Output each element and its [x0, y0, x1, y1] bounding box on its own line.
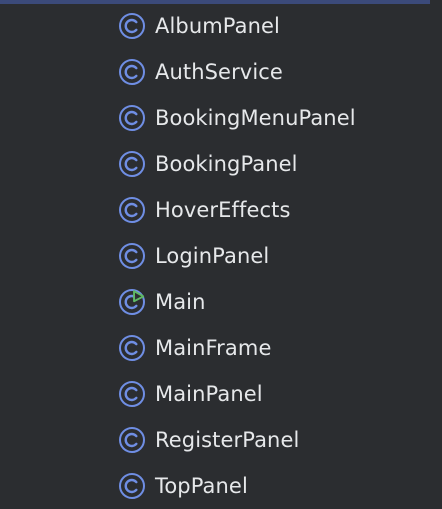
class-icon — [118, 58, 146, 86]
tree-item-label: Main — [155, 290, 206, 314]
project-tree-panel: AlbumPanel AuthService BookingMenuPanel — [0, 0, 442, 506]
class-icon — [118, 196, 146, 224]
tree-item-authservice[interactable]: AuthService — [118, 49, 356, 95]
tree-item-label: HoverEffects — [155, 198, 291, 222]
tree-item-bookingpanel[interactable]: BookingPanel — [118, 141, 356, 187]
tree-item-label: MainPanel — [155, 382, 263, 406]
tree-item-label: AuthService — [155, 60, 283, 84]
class-icon — [118, 472, 146, 500]
tree-item-label: BookingMenuPanel — [155, 106, 356, 130]
tree-item-label: LoginPanel — [155, 244, 270, 268]
class-icon — [118, 12, 146, 40]
class-icon — [118, 242, 146, 270]
class-icon — [118, 104, 146, 132]
class-icon — [118, 380, 146, 408]
class-icon — [118, 334, 146, 362]
class-icon — [118, 426, 146, 454]
tree-item-albumpanel[interactable]: AlbumPanel — [118, 3, 356, 49]
tree-item-main[interactable]: Main — [118, 279, 356, 325]
tree-item-label: BookingPanel — [155, 152, 298, 176]
runnable-class-icon — [118, 288, 146, 316]
tree-item-registerpanel[interactable]: RegisterPanel — [118, 417, 356, 463]
tree-item-bookingmenupanel[interactable]: BookingMenuPanel — [118, 95, 356, 141]
project-tree: AlbumPanel AuthService BookingMenuPanel — [118, 3, 356, 509]
class-icon — [118, 150, 146, 178]
tree-item-mainpanel[interactable]: MainPanel — [118, 371, 356, 417]
tree-item-loginpanel[interactable]: LoginPanel — [118, 233, 356, 279]
tree-item-mainframe[interactable]: MainFrame — [118, 325, 356, 371]
tree-item-label: MainFrame — [155, 336, 272, 360]
tree-item-label: TopPanel — [155, 474, 248, 498]
tree-item-toppanel[interactable]: TopPanel — [118, 463, 356, 509]
tree-item-label: AlbumPanel — [155, 14, 280, 38]
tree-item-hovereffects[interactable]: HoverEffects — [118, 187, 356, 233]
tree-item-label: RegisterPanel — [155, 428, 300, 452]
